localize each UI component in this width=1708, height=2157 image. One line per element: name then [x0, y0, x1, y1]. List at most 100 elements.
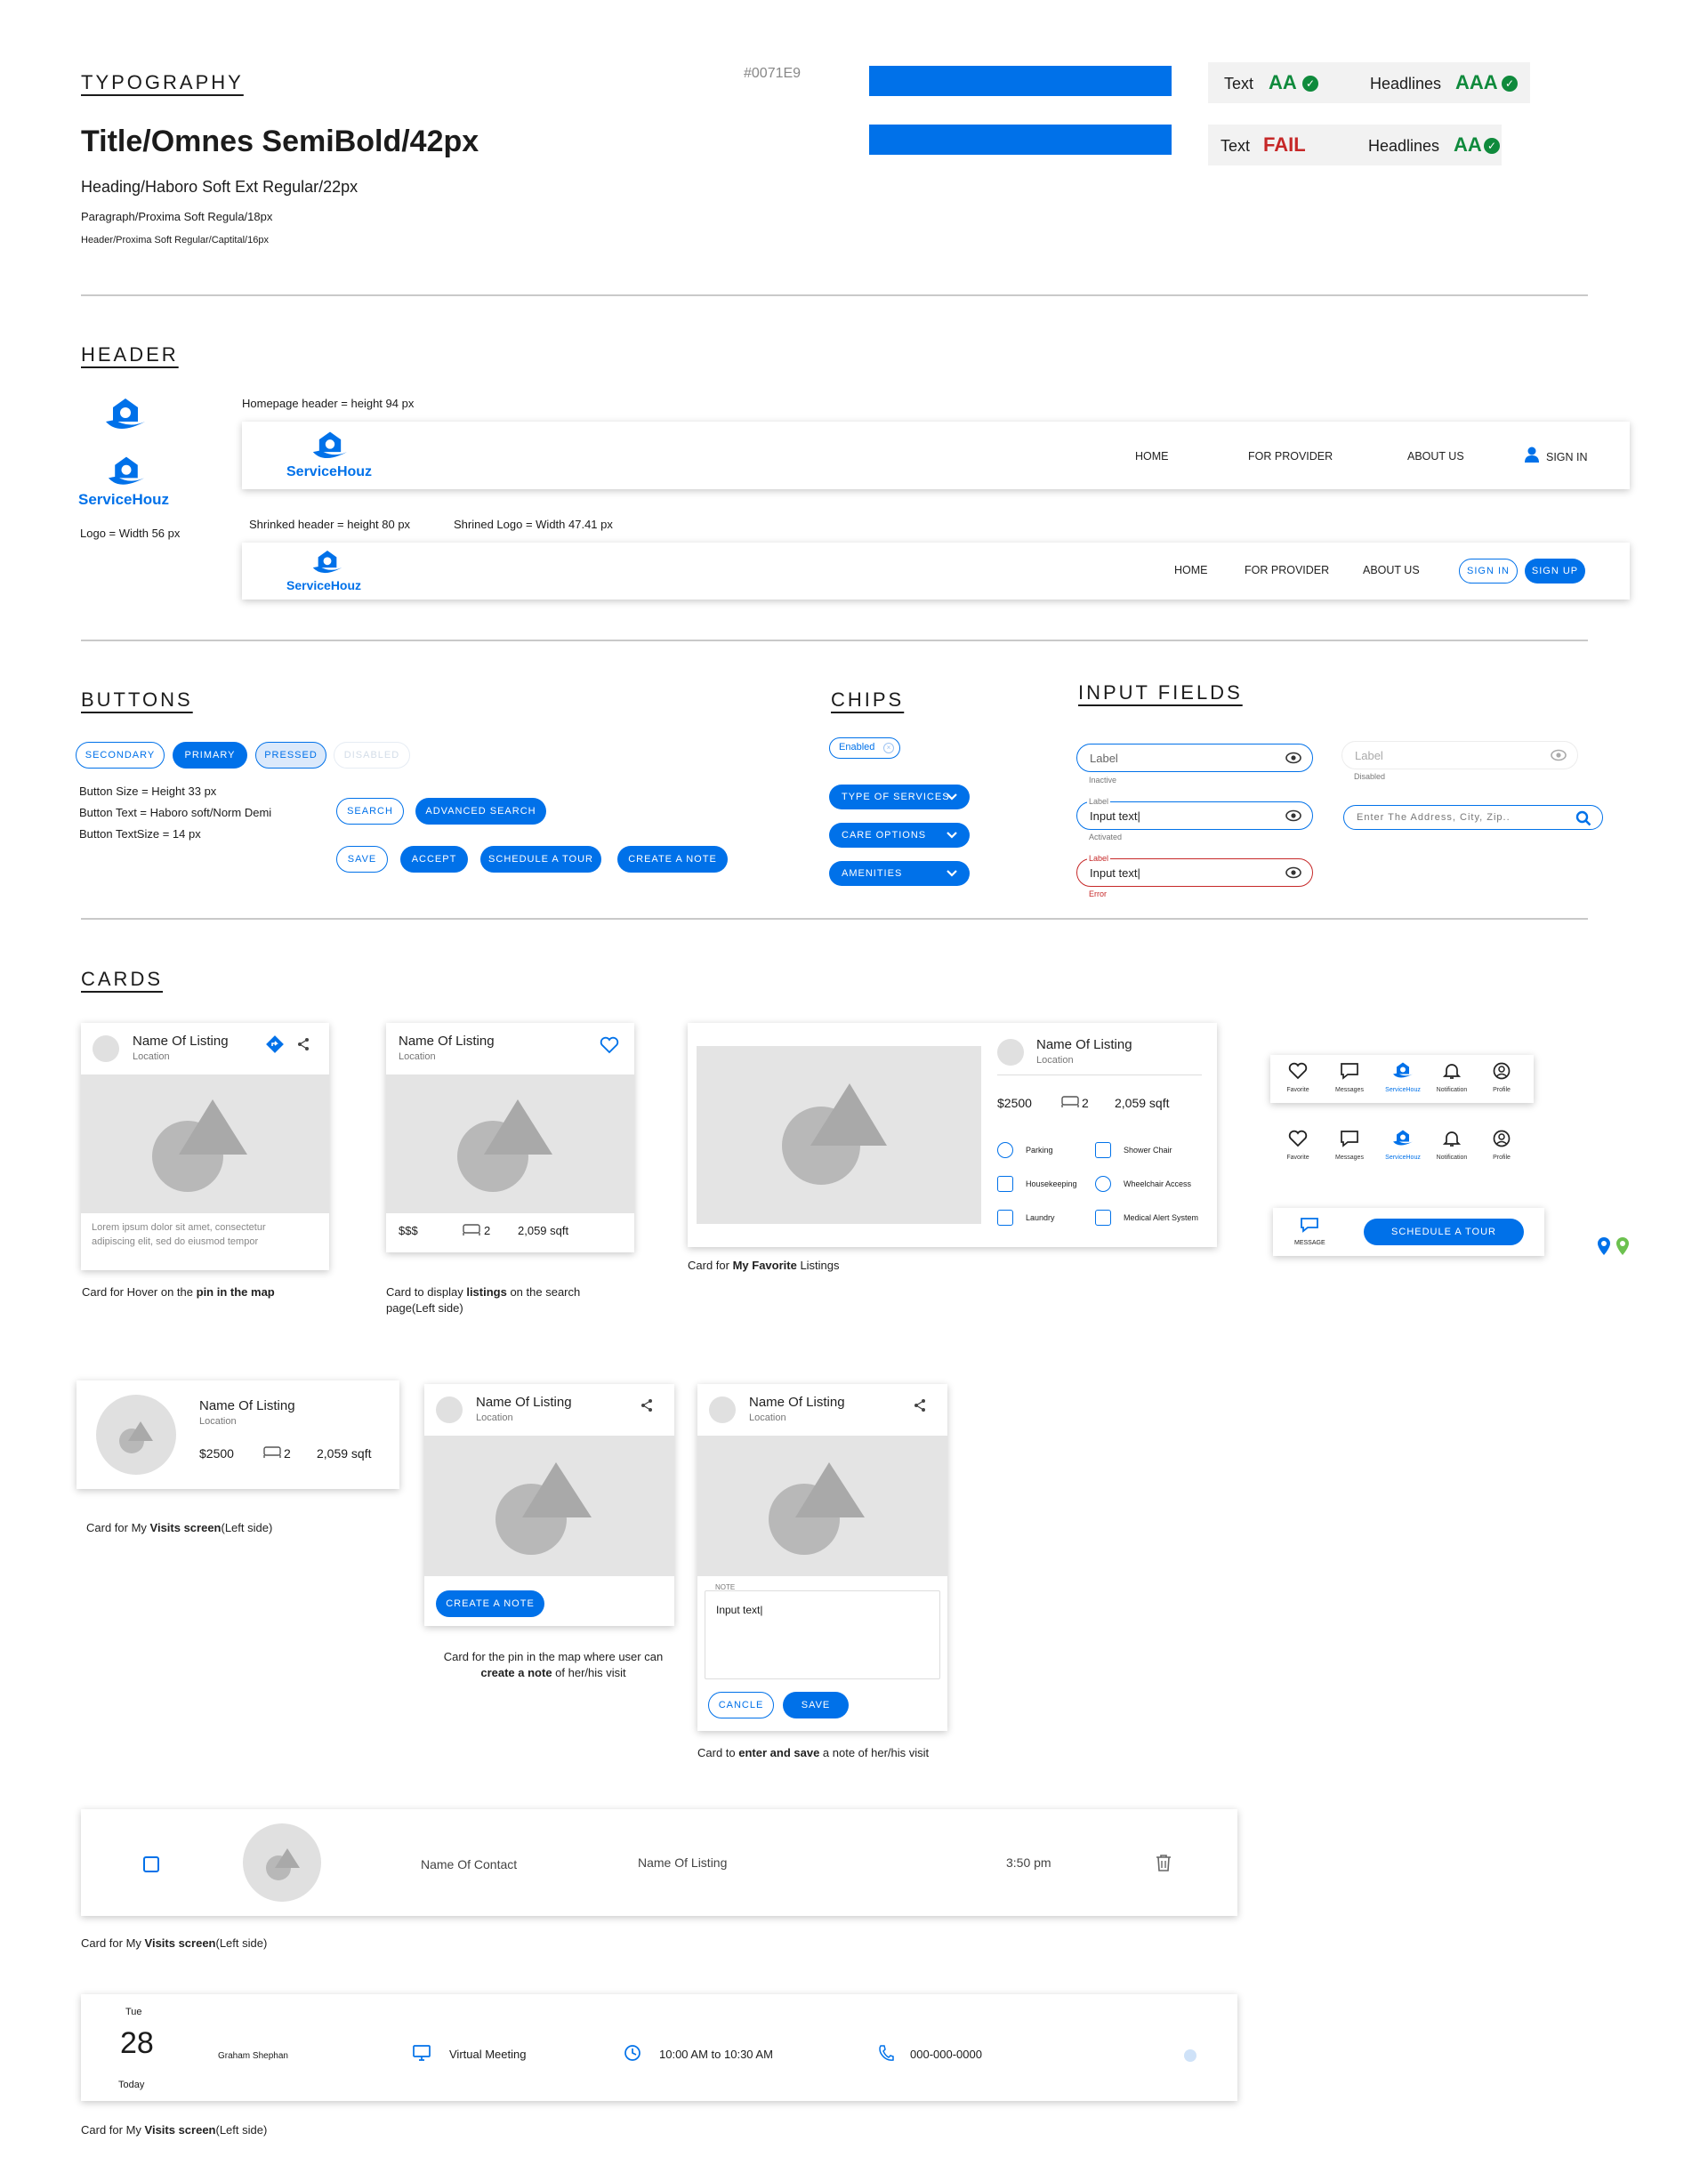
nav-label-messages: Messages [1335, 1087, 1364, 1093]
image-placeholder-icon [495, 1462, 592, 1555]
bell-icon[interactable] [1443, 1130, 1461, 1147]
listing-avatar [93, 1035, 119, 1062]
sign-in-button[interactable]: SIGN IN [1459, 559, 1518, 584]
hover-pin-card[interactable]: Name Of Listing Location Lorem ipsum dol… [81, 1023, 329, 1270]
nav-for-provider[interactable]: FOR PROVIDER [1248, 450, 1333, 463]
nav-sign-in[interactable]: SIGN IN [1546, 451, 1588, 463]
nav-about-us[interactable]: ABOUT US [1407, 450, 1464, 463]
listing-image-placeholder [424, 1436, 674, 1576]
select-checkbox[interactable] [143, 1856, 159, 1872]
nav-for-provider[interactable]: FOR PROVIDER [1245, 564, 1329, 576]
chip-amenities[interactable]: AMENITIES [829, 861, 970, 886]
listing-location: Location [133, 1051, 170, 1062]
secondary-button[interactable]: SECONDARY [76, 742, 165, 769]
input-label: Label [1090, 751, 1118, 765]
heart-icon[interactable] [600, 1036, 619, 1054]
share-icon[interactable] [640, 1398, 654, 1413]
profile-icon[interactable] [1493, 1130, 1511, 1147]
listing-name: Name Of Listing [399, 1034, 495, 1049]
message-icon[interactable] [1300, 1217, 1319, 1233]
eye-icon[interactable] [1285, 809, 1301, 822]
advanced-search-button[interactable]: ADVANCED SEARCH [415, 798, 546, 825]
title-sample: Title/Omnes SemiBold/42px [81, 125, 479, 158]
search-listing-card[interactable]: Name Of Listing Location $$$ 2 2,059 sqf… [386, 1023, 634, 1252]
create-note-button[interactable]: CREATE A NOTE [436, 1590, 544, 1617]
eye-icon[interactable] [1285, 752, 1301, 764]
listing-avatar [709, 1396, 736, 1423]
contrast-head-grade: AA [1454, 133, 1482, 156]
save-button[interactable]: SAVE [783, 1692, 849, 1718]
logo-icon[interactable] [1391, 1060, 1414, 1082]
activated-input[interactable]: Input text | [1076, 801, 1313, 830]
disabled-input: Label [1341, 741, 1578, 769]
bell-icon[interactable] [1443, 1062, 1461, 1080]
error-input[interactable]: Input text | [1076, 858, 1313, 887]
image-placeholder-icon [266, 1848, 300, 1880]
share-icon[interactable] [296, 1037, 310, 1051]
activated-caption: Activated [1089, 833, 1123, 841]
search-button[interactable]: SEARCH [336, 798, 404, 825]
heart-icon[interactable] [1288, 1062, 1308, 1080]
contact-row-card[interactable]: Name Of Contact Name Of Listing 3:50 pm [81, 1809, 1237, 1916]
listing-image-placeholder [697, 1436, 947, 1576]
create-note-button[interactable]: CREATE A NOTE [617, 846, 728, 873]
amenity-parking: Parking [1026, 1146, 1053, 1155]
map-pin-icon[interactable] [1615, 1236, 1630, 1256]
activated-label: Label [1087, 797, 1111, 806]
chevron-down-icon [947, 793, 957, 801]
cancel-button[interactable]: CANCLE [708, 1692, 774, 1718]
inactive-input[interactable]: Label [1076, 744, 1313, 772]
eye-icon [1551, 749, 1567, 761]
message-icon[interactable] [1340, 1062, 1359, 1080]
amenity-medical-alert: Medical Alert System [1124, 1213, 1199, 1222]
buttons-section-title: BUTTONS [81, 688, 193, 711]
accept-button[interactable]: ACCEPT [400, 846, 468, 873]
meeting-row-card[interactable]: Tue 28 Today Graham Shephan Virtual Meet… [81, 1994, 1237, 2101]
chip-label: AMENITIES [842, 868, 903, 879]
address-search-input[interactable]: Enter The Address, City, Zip.. [1343, 805, 1603, 830]
contact-name: Name Of Contact [421, 1857, 518, 1871]
input-value: Input text [1090, 809, 1138, 823]
map-pin-icon[interactable] [1597, 1236, 1611, 1256]
visits-listing-card[interactable]: Name Of Listing Location $2500 2 2,059 s… [77, 1380, 399, 1489]
disabled-button: DISABLED [334, 742, 410, 769]
share-icon[interactable] [913, 1398, 927, 1413]
close-icon[interactable] [1184, 2049, 1196, 2062]
pin-create-note-card[interactable]: Name Of Listing Location CREATE A NOTE [424, 1384, 674, 1626]
message-icon[interactable] [1340, 1130, 1359, 1147]
profile-icon[interactable] [1493, 1062, 1511, 1080]
nav-home[interactable]: HOME [1174, 564, 1208, 576]
listing-location: Location [476, 1413, 513, 1423]
chip-type-of-services[interactable]: TYPE OF SERVICES [829, 785, 970, 809]
chevron-down-icon [947, 832, 957, 839]
shrinked-header-note: Shrinked header = height 80 px [249, 518, 411, 531]
header-brand[interactable]: ServiceHouz [286, 578, 361, 592]
eye-icon[interactable] [1285, 866, 1301, 879]
nav-about-us[interactable]: ABOUT US [1363, 564, 1420, 576]
heart-icon[interactable] [1288, 1130, 1308, 1147]
logo-icon[interactable] [1391, 1128, 1414, 1149]
favorite-listing-card[interactable]: Name Of Listing Location $2500 2 2,059 s… [688, 1023, 1217, 1247]
user-icon[interactable] [1525, 447, 1539, 463]
primary-button[interactable]: PRIMARY [173, 742, 247, 769]
enabled-chip[interactable]: Enabled × [829, 737, 900, 759]
close-icon[interactable]: × [883, 743, 894, 753]
chip-care-options[interactable]: CARE OPTIONS [829, 823, 970, 848]
shrined-logo-note: Shrined Logo = Width 47.41 px [454, 518, 613, 531]
note-textarea[interactable]: Input text| [705, 1590, 940, 1679]
clock-icon [624, 2045, 640, 2061]
sign-up-button[interactable]: SIGN UP [1525, 559, 1585, 584]
schedule-tour-button[interactable]: SCHEDULE A TOUR [1364, 1219, 1524, 1245]
divider [81, 640, 1588, 641]
schedule-tour-button[interactable]: SCHEDULE A TOUR [480, 846, 601, 873]
directions-icon[interactable] [266, 1035, 284, 1053]
header-brand[interactable]: ServiceHouz [286, 464, 372, 480]
listing-description: Lorem ipsum dolor sit amet, consectetur … [92, 1222, 266, 1247]
save-button[interactable]: SAVE [336, 846, 388, 873]
message-label[interactable]: MESSAGE [1294, 1240, 1325, 1246]
search-icon[interactable] [1575, 810, 1591, 826]
enter-note-card[interactable]: Name Of Listing Location NOTE Input text… [697, 1384, 947, 1731]
nav-home[interactable]: HOME [1135, 450, 1169, 463]
pressed-button[interactable]: PRESSED [255, 742, 326, 769]
trash-icon[interactable] [1156, 1854, 1172, 1871]
